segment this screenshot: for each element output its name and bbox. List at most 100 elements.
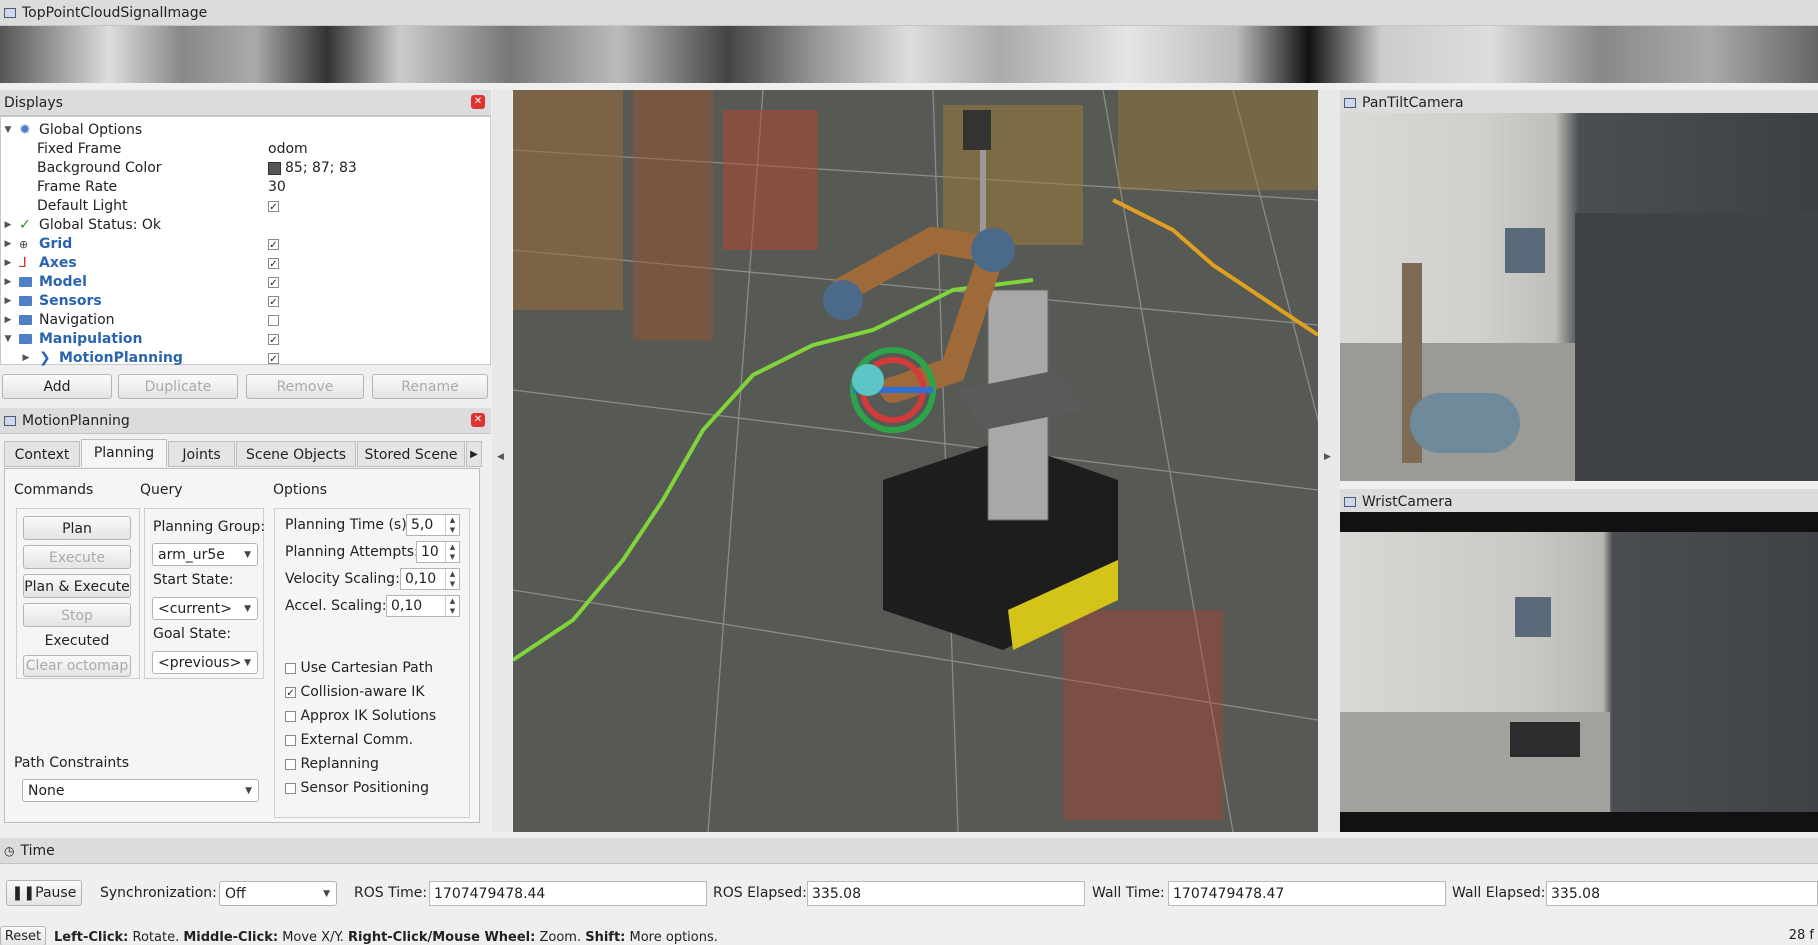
grid-icon: ⊕: [19, 238, 29, 251]
close-icon[interactable]: ✕: [471, 413, 485, 427]
tree-row-axes[interactable]: ▶ ⅃ Axes ✓: [1, 254, 490, 273]
stop-button[interactable]: Stop: [23, 603, 131, 627]
checkbox[interactable]: ✓: [268, 276, 279, 289]
spin-arrows-icon[interactable]: ▲ ▼: [445, 515, 459, 535]
use-cartesian-path-option[interactable]: Use Cartesian Path: [285, 658, 433, 678]
checkbox[interactable]: ✓: [268, 352, 279, 365]
tree-row-sensors[interactable]: ▶ Sensors ✓: [1, 292, 490, 311]
rviz-3d-viewport[interactable]: [513, 90, 1318, 832]
time-title: Time: [20, 842, 55, 859]
tab-scroll-right-icon[interactable]: ▶: [466, 441, 482, 467]
goal-state-select[interactable]: <previous> ▼: [152, 651, 258, 674]
wall-elapsed-label: Wall Elapsed:: [1452, 885, 1546, 901]
path-constraints-label: Path Constraints: [14, 755, 130, 771]
displays-tree[interactable]: ▼ ✹ Global Options Fixed Frame odom Back…: [0, 116, 491, 368]
approx-ik-solutions-option[interactable]: Approx IK Solutions: [285, 706, 436, 726]
checkbox[interactable]: ✓: [268, 257, 279, 270]
checkbox[interactable]: ✓: [268, 200, 279, 213]
planning-time-spinbox[interactable]: 5,0 ▲ ▼: [406, 514, 460, 536]
scene-render: [513, 90, 1318, 832]
checkbox[interactable]: [285, 782, 296, 794]
checkbox[interactable]: [285, 710, 296, 722]
collapse-right-icon[interactable]: ▶: [1324, 452, 1331, 462]
sensor-positioning-option[interactable]: Sensor Positioning: [285, 778, 429, 798]
axes-icon: ⅃: [19, 255, 27, 271]
left-splitter[interactable]: ◀: [492, 90, 512, 832]
path-constraints-select[interactable]: None ▼: [22, 779, 259, 802]
checkbox[interactable]: ✓: [268, 333, 279, 346]
collapse-left-icon[interactable]: ◀: [497, 452, 504, 462]
tree-row-global-options[interactable]: ▼ ✹ Global Options: [1, 121, 490, 140]
start-state-label: Start State:: [153, 572, 234, 588]
tree-row-manipulation[interactable]: ▼ Manipulation ✓: [1, 330, 490, 349]
checkbox[interactable]: [285, 758, 296, 770]
reset-button[interactable]: Reset: [0, 926, 46, 945]
chevron-down-icon: ▼: [323, 889, 330, 899]
duplicate-button[interactable]: Duplicate: [118, 374, 238, 399]
tab-joints[interactable]: Joints: [168, 441, 235, 467]
tab-scene-objects[interactable]: Scene Objects: [236, 441, 356, 467]
clear-octomap-button[interactable]: Clear octomap: [23, 655, 131, 677]
wrist-camera-image: [1340, 512, 1818, 832]
spin-arrows-icon[interactable]: ▲ ▼: [445, 542, 459, 562]
checkbox[interactable]: [285, 662, 296, 674]
tree-row-background-color[interactable]: Background Color 85; 87; 83: [1, 159, 490, 178]
checkbox[interactable]: ✓: [285, 686, 296, 699]
collision-aware-ik-option[interactable]: ✓ Collision-aware IK: [285, 682, 425, 702]
execution-status: Executed: [44, 633, 110, 649]
tree-row-global-status[interactable]: ▶ ✓ Global Status: Ok: [1, 216, 490, 235]
external-comm-option[interactable]: External Comm.: [285, 730, 413, 750]
tab-stored-scene[interactable]: Stored Scene: [357, 441, 465, 467]
execute-button[interactable]: Execute: [23, 545, 131, 569]
checkbox[interactable]: ✓: [268, 238, 279, 251]
tree-row-navigation[interactable]: ▶ Navigation: [1, 311, 490, 330]
checkbox[interactable]: [285, 734, 296, 746]
tab-context[interactable]: Context: [4, 441, 80, 467]
check-icon: ✓: [19, 217, 31, 233]
planning-group-select[interactable]: arm_ur5e ▼: [152, 543, 258, 566]
ros-elapsed-field[interactable]: 335.08: [807, 881, 1085, 906]
pause-icon: ❚❚: [11, 885, 36, 901]
motion-planning-panel: Context Planning Joints Scene Objects St…: [0, 434, 491, 829]
planned-trajectory: [1112, 198, 1318, 337]
synchronization-select[interactable]: Off ▼: [219, 881, 337, 906]
tree-row-motion-planning[interactable]: ▶ ❯ MotionPlanning ✓: [1, 349, 490, 368]
rename-button[interactable]: Rename: [372, 374, 488, 399]
tree-row-fixed-frame[interactable]: Fixed Frame odom: [1, 140, 490, 159]
replanning-option[interactable]: Replanning: [285, 754, 379, 774]
wall-time-field[interactable]: 1707479478.47: [1168, 881, 1446, 906]
tree-row-grid[interactable]: ▶ ⊕ Grid ✓: [1, 235, 490, 254]
wall-elapsed-field[interactable]: 335.08: [1546, 881, 1818, 906]
close-icon[interactable]: ✕: [471, 95, 485, 109]
spin-arrows-icon[interactable]: ▲ ▼: [445, 596, 459, 616]
pause-button[interactable]: ❚❚Pause: [6, 880, 82, 906]
checkbox[interactable]: ✓: [268, 295, 279, 308]
right-splitter[interactable]: ▶: [1318, 90, 1340, 832]
add-button[interactable]: Add: [2, 374, 112, 399]
tab-planning[interactable]: Planning: [81, 439, 167, 467]
top-image-titlebar: TopPointCloudSignalImage: [0, 0, 1818, 26]
top-image-title: TopPointCloudSignalImage: [22, 4, 208, 21]
pan-tilt-camera-image: [1340, 113, 1818, 481]
ros-time-field[interactable]: 1707479478.44: [429, 881, 707, 906]
planning-attempts-spinbox[interactable]: 10 ▲ ▼: [416, 541, 460, 563]
planning-tab-body: Commands Plan Execute Plan & Execute Sto…: [4, 468, 480, 823]
spin-arrows-icon[interactable]: ▲ ▼: [445, 569, 459, 589]
displays-title: Displays: [4, 94, 63, 111]
start-state-select[interactable]: <current> ▼: [152, 597, 258, 620]
wrist-camera-title: WristCamera: [1362, 493, 1453, 510]
folder-icon: [19, 334, 32, 344]
query-header: Query: [140, 482, 183, 498]
plan-button[interactable]: Plan: [23, 516, 131, 540]
remove-button[interactable]: Remove: [246, 374, 364, 399]
tree-row-frame-rate[interactable]: Frame Rate 30: [1, 178, 490, 197]
accel-scaling-spinbox[interactable]: 0,10 ▲ ▼: [386, 595, 460, 617]
velocity-scaling-spinbox[interactable]: 0,10 ▲ ▼: [400, 568, 460, 590]
tree-row-model[interactable]: ▶ Model ✓: [1, 273, 490, 292]
plan-execute-button[interactable]: Plan & Execute: [23, 574, 131, 598]
checkbox[interactable]: [268, 314, 279, 326]
window-icon: [4, 415, 16, 426]
planning-time-label: Planning Time (s):: [285, 517, 412, 533]
query-group: Planning Group: arm_ur5e ▼ Start State: <…: [144, 508, 265, 679]
tree-row-default-light[interactable]: Default Light ✓: [1, 197, 490, 216]
